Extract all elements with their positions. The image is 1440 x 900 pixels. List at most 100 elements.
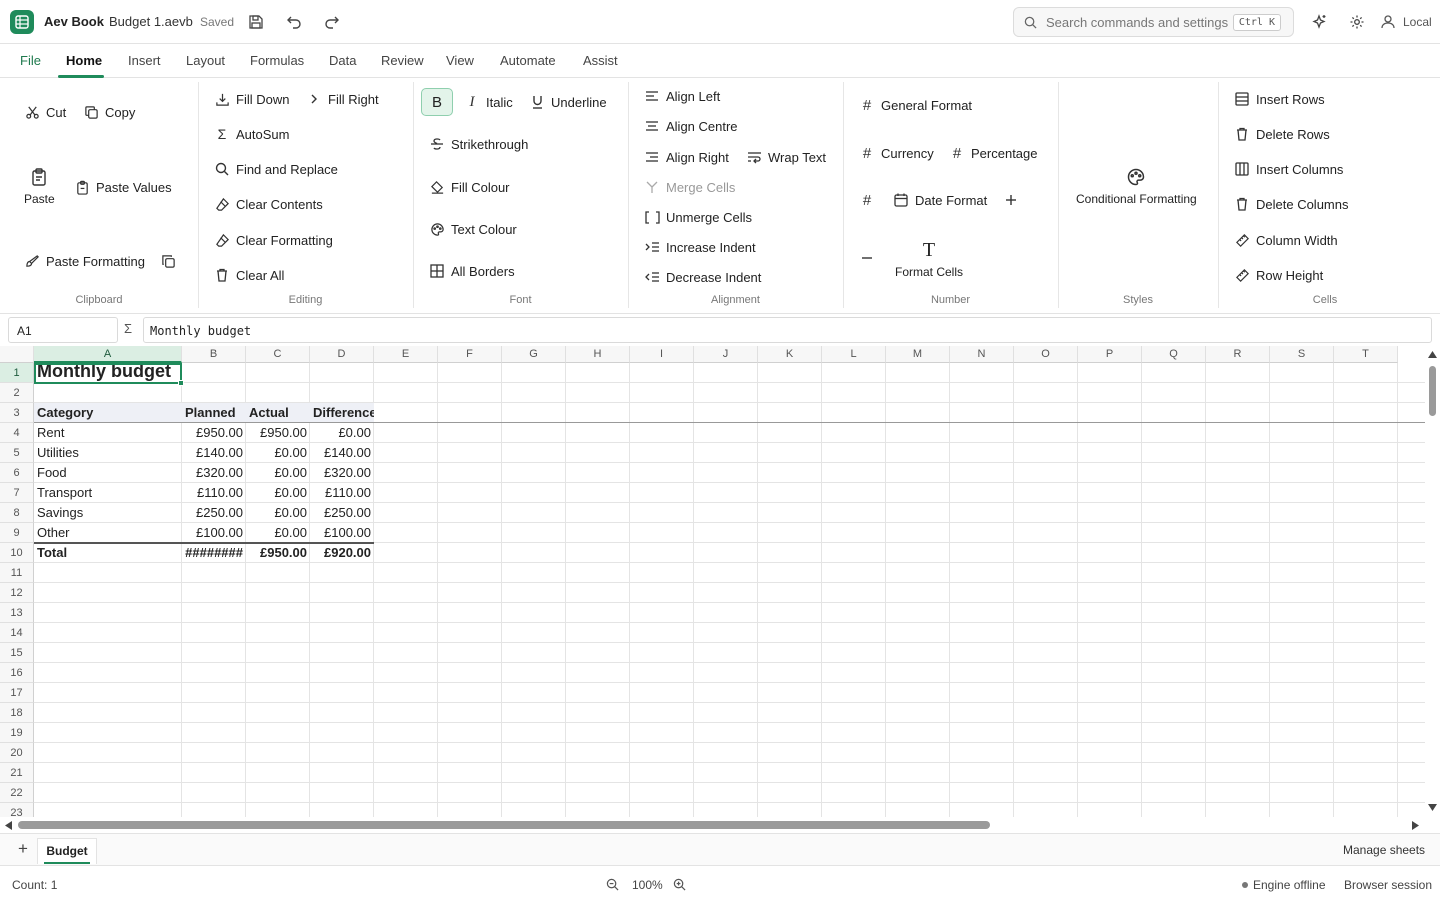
scroll-up-icon[interactable] (1428, 351, 1437, 358)
cell[interactable]: Total (34, 543, 182, 563)
clipboard-more-button[interactable] (160, 253, 182, 269)
tab-insert[interactable]: Insert (128, 53, 161, 68)
function-icon[interactable]: Σ (124, 321, 132, 336)
cell[interactable]: £0.00 (246, 503, 310, 523)
tab-data[interactable]: Data (329, 53, 356, 68)
cell[interactable]: £0.00 (310, 423, 374, 443)
row-header[interactable]: 23 (0, 803, 34, 817)
cell[interactable]: £950.00 (246, 423, 310, 443)
scroll-left-icon[interactable] (5, 821, 12, 830)
italic-button[interactable]: I Italic (464, 94, 513, 110)
cell[interactable]: Rent (34, 423, 182, 443)
cell[interactable]: £920.00 (310, 543, 374, 563)
copy-button[interactable]: Copy (83, 104, 135, 120)
clear-all-button[interactable]: Clear All (214, 267, 284, 283)
cell[interactable]: Actual (246, 403, 310, 423)
paste-values-button[interactable]: Paste Values (74, 179, 172, 195)
clear-contents-button[interactable]: Clear Contents (214, 196, 323, 212)
clear-formatting-button[interactable]: Clear Formatting (214, 232, 333, 248)
select-all-corner[interactable] (0, 346, 34, 363)
increase-indent-button[interactable]: Increase Indent (644, 239, 756, 255)
cell[interactable]: Planned (182, 403, 246, 423)
row-header[interactable]: 11 (0, 563, 34, 583)
cell[interactable]: £110.00 (310, 483, 374, 503)
align-centre-button[interactable]: Align Centre (644, 118, 738, 134)
row-header[interactable]: 9 (0, 523, 34, 543)
tab-home[interactable]: Home (66, 53, 102, 68)
column-header[interactable]: S (1270, 346, 1334, 363)
column-header[interactable]: N (950, 346, 1014, 363)
tab-formulas[interactable]: Formulas (250, 53, 304, 68)
row-header[interactable]: 10 (0, 543, 34, 563)
paste-button[interactable]: Paste (24, 166, 55, 206)
redo-icon[interactable] (322, 12, 342, 32)
row-header[interactable]: 14 (0, 623, 34, 643)
column-header[interactable]: F (438, 346, 502, 363)
undo-icon[interactable] (284, 12, 304, 32)
paste-formatting-button[interactable]: Paste Formatting (24, 253, 145, 269)
cell[interactable]: £100.00 (182, 523, 246, 543)
cell[interactable]: £0.00 (246, 523, 310, 543)
scroll-down-icon[interactable] (1428, 804, 1437, 811)
row-header[interactable]: 6 (0, 463, 34, 483)
cell[interactable]: £950.00 (182, 423, 246, 443)
row-header[interactable]: 5 (0, 443, 34, 463)
row-header[interactable]: 22 (0, 783, 34, 803)
fill-colour-button[interactable]: Fill Colour (429, 179, 510, 195)
fill-right-button[interactable]: Fill Right (306, 91, 379, 107)
wrap-text-button[interactable]: Wrap Text (746, 149, 826, 165)
all-borders-button[interactable]: All Borders (429, 263, 515, 279)
conditional-formatting-button[interactable]: Conditional Formatting (1076, 166, 1197, 206)
cell[interactable]: Utilities (34, 443, 182, 463)
spreadsheet-grid[interactable]: ABCDEFGHIJKLMNOPQRST 1 2 3 4 5 6 7 8 9 10 11 12 13 14… (0, 346, 1425, 817)
cell[interactable]: £140.00 (310, 443, 374, 463)
text-colour-button[interactable]: Text Colour (429, 221, 517, 237)
tab-assist[interactable]: Assist (583, 53, 618, 68)
merge-cells-button[interactable]: Merge Cells (644, 179, 735, 195)
cell[interactable]: Other (34, 523, 182, 543)
cell[interactable]: £0.00 (246, 463, 310, 483)
insert-columns-button[interactable]: Insert Columns (1234, 161, 1343, 177)
row-header[interactable]: 7 (0, 483, 34, 503)
insert-rows-button[interactable]: Insert Rows (1234, 91, 1325, 107)
cell[interactable]: ######## (182, 543, 246, 563)
column-header[interactable]: A (34, 346, 182, 363)
general-format-button[interactable]: # General Format (859, 97, 972, 114)
tab-review[interactable]: Review (381, 53, 424, 68)
column-header[interactable]: M (886, 346, 950, 363)
column-header[interactable]: P (1078, 346, 1142, 363)
file-name[interactable]: Budget 1.aevb (109, 14, 193, 29)
cell[interactable]: £110.00 (182, 483, 246, 503)
account-label[interactable]: Local (1403, 15, 1432, 29)
unmerge-cells-button[interactable]: Unmerge Cells (644, 209, 752, 225)
decrease-decimal-button[interactable] (859, 250, 881, 266)
row-header[interactable]: 8 (0, 503, 34, 523)
vertical-scrollbar[interactable] (1425, 346, 1440, 817)
row-header[interactable]: 3 (0, 403, 34, 423)
date-format-button[interactable]: Date Format (893, 192, 987, 208)
align-right-button[interactable]: Align Right (644, 149, 729, 165)
cell[interactable]: £250.00 (310, 503, 374, 523)
horizontal-scrollbar[interactable] (0, 817, 1425, 833)
delete-columns-button[interactable]: Delete Columns (1234, 196, 1349, 212)
cell[interactable]: Food (34, 463, 182, 483)
row-height-button[interactable]: Row Height (1234, 267, 1323, 283)
decrease-indent-button[interactable]: Decrease Indent (644, 269, 761, 285)
zoom-out-icon[interactable] (606, 878, 619, 891)
column-header[interactable]: K (758, 346, 822, 363)
column-header[interactable]: H (566, 346, 630, 363)
row-header[interactable]: 13 (0, 603, 34, 623)
underline-button[interactable]: Underline (529, 94, 607, 110)
column-header[interactable]: E (374, 346, 438, 363)
column-header[interactable]: Q (1142, 346, 1206, 363)
percentage-button[interactable]: # Percentage (949, 145, 1038, 162)
column-header[interactable]: C (246, 346, 310, 363)
row-header[interactable]: 1 (0, 363, 34, 383)
row-header[interactable]: 20 (0, 743, 34, 763)
row-header[interactable]: 12 (0, 583, 34, 603)
tab-automate[interactable]: Automate (500, 53, 556, 68)
row-header[interactable]: 21 (0, 763, 34, 783)
column-width-button[interactable]: Column Width (1234, 232, 1338, 248)
cell[interactable]: Difference (310, 403, 374, 423)
horizontal-scroll-thumb[interactable] (18, 821, 990, 829)
